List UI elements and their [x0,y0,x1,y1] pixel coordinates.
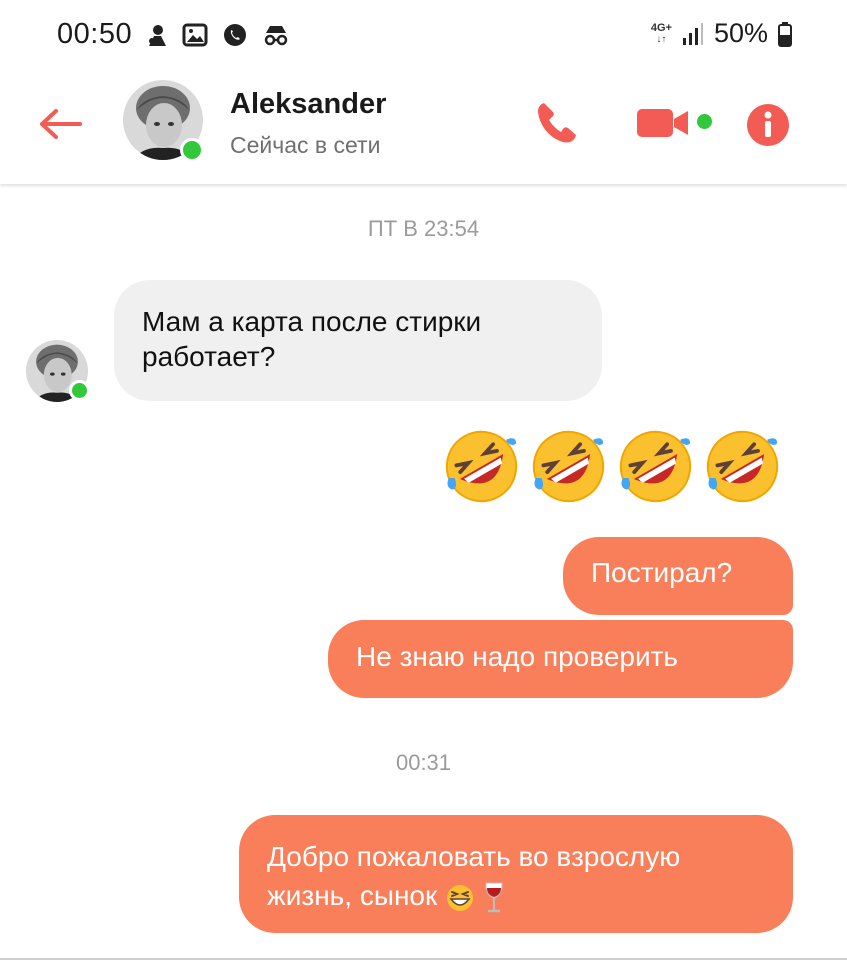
chat-header: Aleksander Сейчас в сети [0,72,847,184]
status-bar: 00:50 4G+ ↓↑ 50% [0,0,847,72]
incognito-notification-icon [264,26,288,46]
whatsapp-notification-icon [224,24,246,46]
outgoing-message[interactable]: Не знаю надо проверить [328,620,793,698]
outgoing-message[interactable]: Добро пожаловать во взрослую жизнь, сыно… [239,815,793,933]
battery-percent: 50% [713,18,768,48]
back-arrow-icon[interactable] [38,108,82,140]
rolling-laughing-emoji [445,430,518,503]
outgoing-message[interactable]: Постирал? [563,537,793,615]
phone-icon[interactable] [534,100,580,146]
message-timestamp: 00:31 [395,750,452,775]
network-indicator: 4G+ ↓↑ [650,21,672,45]
contact-name[interactable]: Aleksander [230,88,386,121]
wine-glass-emoji [485,882,503,912]
sender-online-indicator [69,380,90,401]
gallery-notification-icon [182,23,208,47]
rolling-laughing-emoji [706,430,779,503]
rolling-laughing-emoji [532,430,605,503]
notification-icons [146,22,290,48]
grinning-squint-emoji [447,884,474,911]
contact-status: Сейчас в сети [230,132,381,158]
online-indicator [180,138,204,162]
status-right: 4G+ ↓↑ 50% [651,18,792,49]
sticker-notification-icon [149,25,166,46]
emoji-message[interactable] [443,428,781,505]
video-online-dot [697,114,712,129]
rolling-laughing-emoji [619,430,692,503]
signal-icon [682,22,703,45]
battery-icon [778,21,792,47]
message-timestamp: ПТ В 23:54 [367,216,480,241]
info-icon[interactable] [745,102,791,148]
incoming-message[interactable]: Мам а карта после стирки работает? [114,280,602,401]
video-call-icon[interactable] [636,106,692,140]
status-time: 00:50 [57,18,133,50]
